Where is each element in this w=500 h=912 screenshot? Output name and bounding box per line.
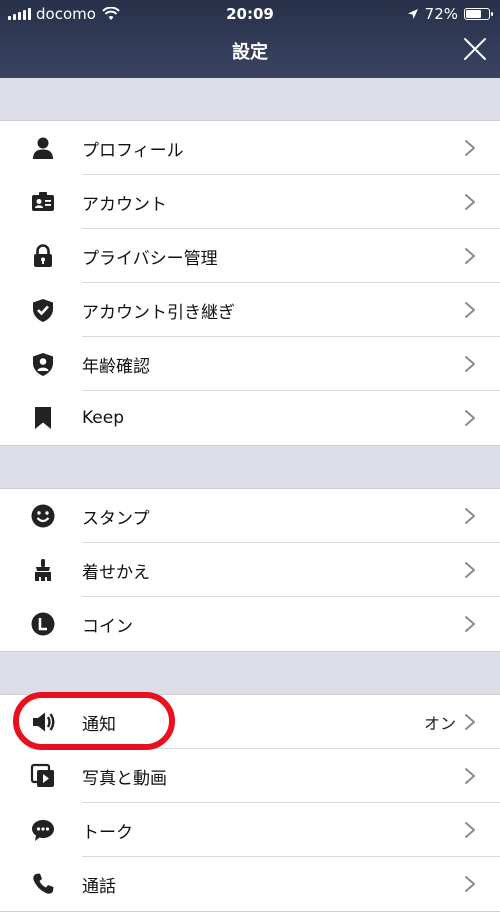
- settings-row[interactable]: アカウント引き継ぎ: [0, 283, 500, 337]
- battery-percent: 72%: [424, 5, 458, 23]
- row-label: 年齢確認: [82, 356, 150, 377]
- id-card-icon: [30, 189, 56, 215]
- row-label: プライバシー管理: [82, 248, 218, 269]
- chevron-right-icon: [465, 508, 475, 524]
- row-label: アカウント引き継ぎ: [82, 302, 235, 323]
- media-icon: [30, 763, 56, 789]
- settings-row[interactable]: Keep: [0, 391, 500, 445]
- settings-group: スタンプ着せかえコイン: [0, 488, 500, 652]
- page-title: 設定: [232, 42, 268, 63]
- smiley-icon: [30, 503, 56, 529]
- chevron-right-icon: [465, 616, 475, 632]
- chevron-right-icon: [465, 140, 475, 156]
- chevron-right-icon: [465, 410, 475, 426]
- row-label: 着せかえ: [82, 562, 150, 583]
- chevron-right-icon: [465, 194, 475, 210]
- settings-row[interactable]: 着せかえ: [0, 543, 500, 597]
- row-label: スタンプ: [82, 508, 150, 529]
- settings-row[interactable]: 年齢確認: [0, 337, 500, 391]
- location-arrow-icon: [407, 9, 418, 19]
- chevron-right-icon: [465, 876, 475, 892]
- settings-row[interactable]: スタンプ: [0, 489, 500, 543]
- settings-row[interactable]: コイン: [0, 597, 500, 651]
- brush-icon: [30, 557, 56, 583]
- chevron-right-icon: [465, 302, 475, 318]
- coin-icon: [30, 611, 56, 637]
- row-value: オン: [423, 714, 456, 733]
- settings-row[interactable]: トーク: [0, 803, 500, 857]
- close-button[interactable]: [462, 36, 488, 62]
- status-bar: docomo 20:09 72%: [0, 0, 500, 28]
- settings-row[interactable]: アカウント: [0, 175, 500, 229]
- shield-check-icon: [30, 297, 56, 323]
- settings-group: プロフィール アカウントプライバシー管理 アカウント引き継ぎ 年齢確認 Keep: [0, 120, 500, 446]
- settings-row[interactable]: プライバシー管理: [0, 229, 500, 283]
- close-icon: [464, 38, 486, 60]
- row-label: アカウント: [82, 194, 167, 215]
- chevron-right-icon: [465, 822, 475, 838]
- highlight-circle: [13, 692, 175, 750]
- row-label: プロフィール: [82, 140, 184, 161]
- chat-bubble-icon: [30, 817, 56, 843]
- row-label: コイン: [82, 616, 133, 637]
- header: docomo 20:09 72% 設定: [0, 0, 500, 78]
- person-icon: [30, 135, 56, 161]
- settings-row[interactable]: プロフィール: [0, 121, 500, 175]
- chevron-right-icon: [465, 714, 475, 730]
- settings-row[interactable]: 通話: [0, 857, 500, 911]
- bookmark-icon: [30, 405, 56, 431]
- row-label: 通話: [82, 876, 116, 897]
- row-label: Keep: [82, 408, 125, 428]
- chevron-right-icon: [465, 562, 475, 578]
- row-label: トーク: [82, 822, 133, 843]
- battery-icon: [464, 8, 493, 20]
- row-label: 写真と動画: [82, 768, 167, 789]
- shield-person-icon: [30, 351, 56, 377]
- settings-row[interactable]: 写真と動画: [0, 749, 500, 803]
- chevron-right-icon: [465, 356, 475, 372]
- chevron-right-icon: [465, 248, 475, 264]
- status-right: 72%: [407, 5, 493, 23]
- lock-icon: [30, 243, 56, 269]
- phone-icon: [30, 871, 56, 897]
- chevron-right-icon: [465, 768, 475, 784]
